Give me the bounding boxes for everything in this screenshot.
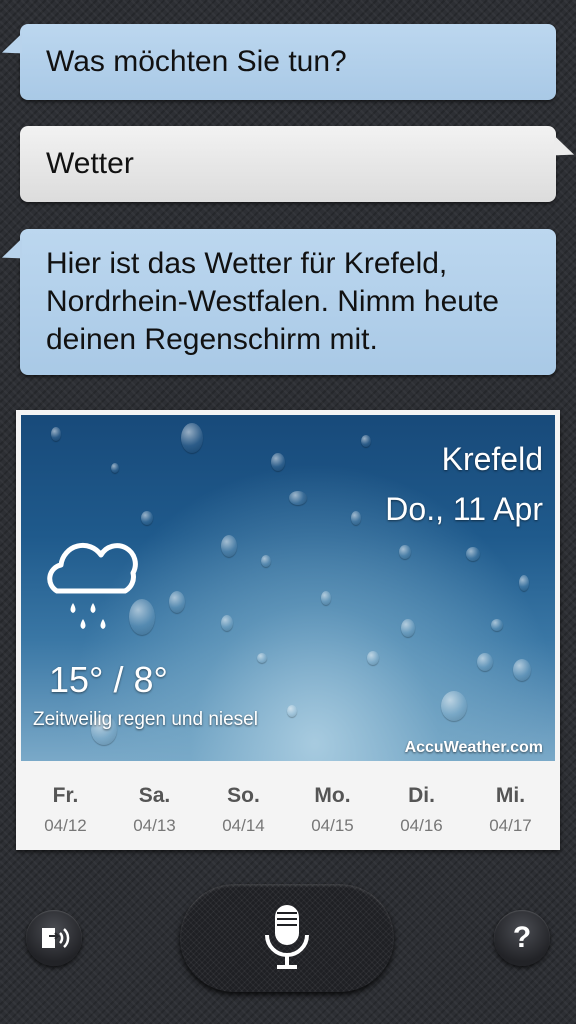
user-query-text: Wetter	[46, 147, 134, 180]
provider-label: AccuWeather.com	[404, 739, 543, 756]
weather-date: Do., 11 Apr	[385, 491, 543, 527]
help-icon: ?	[512, 921, 532, 954]
forecast-day-date: 04/16	[400, 816, 443, 835]
temperature-range: 15° / 8°	[49, 659, 168, 700]
forecast-day: Di. 04/16	[377, 784, 466, 836]
assistant-response-text: Hier ist das Wetter für Krefeld, Nordrhe…	[46, 247, 499, 356]
forecast-day: Fr. 04/12	[21, 784, 110, 836]
rain-cloud-icon	[47, 543, 138, 629]
forecast-day-name: Fr.	[52, 784, 79, 807]
forecast-strip: Fr. 04/12 Sa. 04/13 So. 04/14 Mo. 04/15 …	[21, 770, 555, 846]
forecast-day-date: 04/14	[222, 816, 265, 835]
user-query-bubble: Wetter	[20, 126, 556, 202]
assistant-prompt-bubble: Was möchten Sie tun?	[20, 24, 556, 100]
forecast-day-name: Mi.	[495, 784, 526, 807]
assistant-response-bubble: Hier ist das Wetter für Krefeld, Nordrhe…	[20, 229, 556, 375]
microphone-icon	[265, 905, 309, 969]
weather-city: Krefeld	[441, 441, 543, 477]
forecast-day-date: 04/12	[44, 816, 87, 835]
forecast-day-name: Mo.	[314, 784, 351, 807]
forecast-day-date: 04/15	[311, 816, 354, 835]
forecast-day-name: So.	[227, 784, 260, 807]
forecast-day-date: 04/17	[489, 816, 532, 835]
help-button[interactable]: ?	[494, 910, 550, 966]
forecast-day-name: Sa.	[138, 784, 171, 807]
weather-card[interactable]: Krefeld Do., 11 Apr 15° / 8° Zeitweilig …	[16, 410, 560, 850]
voice-output-button[interactable]	[26, 910, 82, 966]
speaker-feedback-icon	[42, 928, 70, 948]
forecast-day: Mo. 04/15	[288, 784, 377, 836]
assistant-prompt-text: Was möchten Sie tun?	[46, 45, 347, 78]
weather-background-image: Krefeld Do., 11 Apr 15° / 8° Zeitweilig …	[21, 415, 555, 761]
forecast-day: Sa. 04/13	[110, 784, 199, 836]
microphone-button[interactable]	[180, 884, 394, 992]
forecast-day-date: 04/13	[133, 816, 176, 835]
forecast-day: Mi. 04/17	[466, 784, 555, 836]
forecast-day: So. 04/14	[199, 784, 288, 836]
forecast-day-name: Di.	[408, 784, 435, 807]
weather-condition: Zeitweilig regen und niesel	[33, 709, 258, 730]
